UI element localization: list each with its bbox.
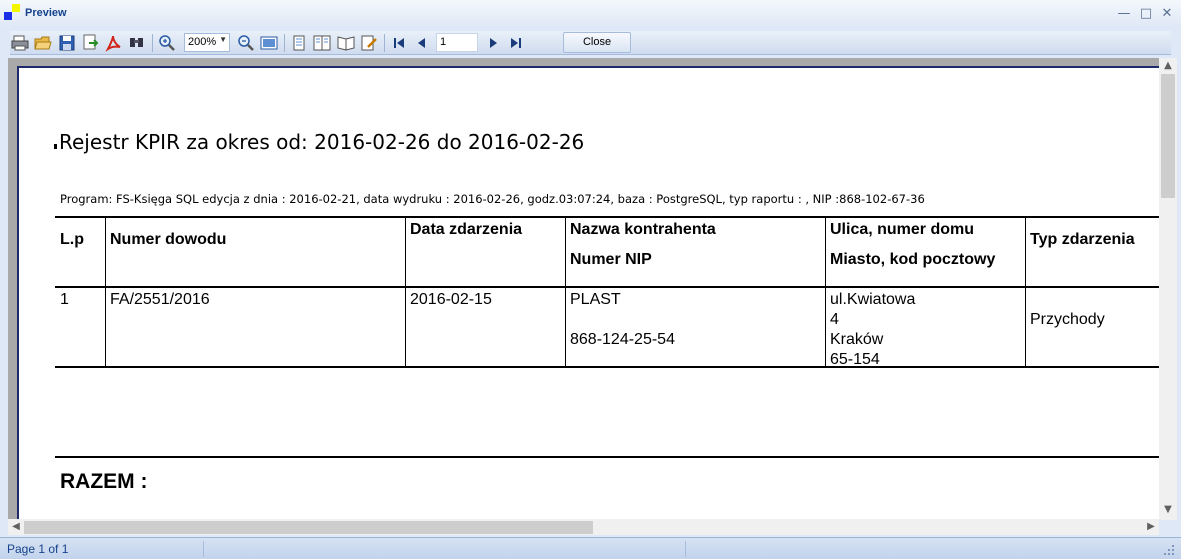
close-button[interactable]: Close [563,32,631,53]
title-bar: Preview — □ ✕ [0,0,1181,27]
zoom-in-button[interactable] [157,33,177,53]
report-page: Rejestr KPIR za okres od: 2016-02-26 do … [17,66,1159,520]
two-pages-icon [313,35,331,51]
horizontal-scroll-thumb[interactable] [24,521,593,534]
print-button[interactable] [10,33,30,53]
header-numer-dowodu: Numer dowodu [110,231,227,248]
header-ulica: Ulica, numer domu [830,221,975,238]
find-icon [130,38,143,47]
prev-page-button[interactable] [412,33,432,53]
header-bottom-border [55,286,1159,288]
zoom-out-button[interactable] [236,33,256,53]
save-icon [59,35,75,51]
row-kod-pocztowy: 65-154 [830,351,880,368]
row-typ-zdarzenia: Przychody [1030,311,1105,328]
minimize-icon[interactable]: — [1115,5,1133,23]
first-page-icon [394,38,404,48]
open-button[interactable] [33,33,53,53]
preview-area[interactable]: Rejestr KPIR za okres od: 2016-02-26 do … [8,58,1159,520]
status-bar: Page 1 of 1 [0,537,1181,559]
single-page-icon [293,35,305,51]
row-lp: 1 [60,291,69,308]
app-icon [4,4,20,24]
row-data-zdarzenia: 2016-02-15 [410,291,492,308]
row-numer-domu: 4 [830,311,839,328]
zoom-select[interactable]: 200% ▼ [184,33,230,52]
zoom-in-icon [159,35,175,51]
razem-label: RAZEM : [60,470,148,493]
edit-button[interactable] [359,33,379,53]
table-top-border [55,216,1159,218]
next-page-icon [490,38,497,48]
toolbar: 200% ▼ 1 Close [10,31,1171,55]
header-data-zdarzenia: Data zdarzenia [410,221,523,238]
find-button[interactable] [127,33,147,53]
program-info: Program: FS-Księga SQL edycja z dnia : 2… [60,192,925,206]
zoom-out-icon [238,35,254,51]
razem-top-border [55,456,1159,458]
window-title: Preview [25,7,67,19]
page-width-button[interactable] [259,33,279,53]
edit-icon [361,35,377,51]
page-info: Page 1 of 1 [7,542,69,556]
multi-pages-button[interactable] [336,33,356,53]
row-miasto: Kraków [830,331,884,348]
pdf-button[interactable] [103,33,123,53]
header-typ-zdarzenia: Typ zdarzenia [1030,231,1135,248]
save-button[interactable] [57,33,77,53]
maximize-icon[interactable]: □ [1137,5,1155,23]
chevron-down-icon: ▼ [219,35,227,44]
last-page-icon [511,38,521,48]
scroll-down-icon[interactable]: ▼ [1159,502,1177,518]
header-lp: L.p [60,231,84,248]
open-icon [34,36,52,50]
next-page-button[interactable] [483,33,503,53]
scroll-left-icon[interactable]: ◀ [8,519,24,535]
single-page-button[interactable] [289,33,309,53]
last-page-button[interactable] [506,33,526,53]
scroll-up-icon[interactable]: ▲ [1159,58,1177,74]
vertical-scrollbar[interactable]: ▲ ▼ [1159,58,1177,520]
export-button[interactable] [80,33,100,53]
multi-pages-icon [337,36,355,51]
horizontal-scrollbar[interactable]: ◀ ▶ [8,519,1159,535]
header-numer-nip: Numer NIP [570,251,652,268]
print-icon [11,35,29,51]
pdf-icon [105,35,121,52]
page-number-input[interactable]: 1 [436,33,478,52]
resize-grip-icon[interactable] [1162,542,1176,556]
row-numer-dowodu: FA/2551/2016 [110,291,210,308]
page-width-icon [260,36,278,50]
row-bottom-border [55,366,1159,368]
first-page-button[interactable] [389,33,409,53]
row-numer-nip: 868-124-25-54 [570,331,675,348]
prev-page-icon [418,38,425,48]
scroll-right-icon[interactable]: ▶ [1143,519,1159,535]
header-nazwa-kontrahenta: Nazwa kontrahenta [570,221,716,238]
row-ulica: ul.Kwiatowa [830,291,916,308]
export-icon [83,34,99,50]
two-pages-button[interactable] [312,33,332,53]
vertical-scroll-thumb[interactable] [1161,74,1175,198]
report-title: Rejestr KPIR za okres od: 2016-02-26 do … [59,130,585,154]
row-nazwa-kontrahenta: PLAST [570,291,621,308]
close-window-icon[interactable]: ✕ [1158,5,1176,23]
header-miasto: Miasto, kod pocztowy [830,251,996,268]
zoom-value: 200% [188,36,217,48]
